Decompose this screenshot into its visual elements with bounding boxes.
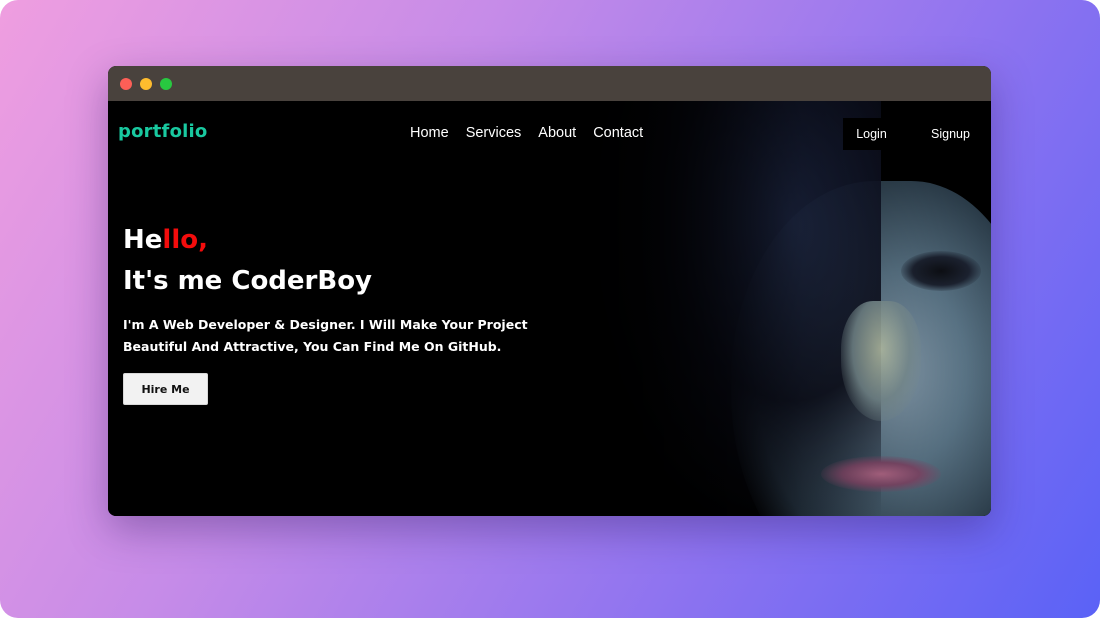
- page-viewport: portfolio Home Services About Contact Lo…: [108, 101, 991, 516]
- navbar: portfolio Home Services About Contact Lo…: [108, 101, 991, 166]
- nav-links: Home Services About Contact: [410, 125, 643, 141]
- nav-link-about[interactable]: About: [538, 125, 576, 141]
- hero-headline: It's me CoderBoy: [123, 266, 373, 296]
- nav-link-home[interactable]: Home: [410, 125, 449, 141]
- close-window-button[interactable]: [120, 78, 132, 90]
- hire-me-button[interactable]: Hire Me: [123, 373, 208, 405]
- nav-link-services[interactable]: Services: [466, 125, 522, 141]
- browser-window: portfolio Home Services About Contact Lo…: [108, 66, 991, 516]
- greeting-accent: llo,: [162, 225, 208, 255]
- hero-description: I'm A Web Developer & Designer. I Will M…: [123, 317, 528, 354]
- nav-link-contact[interactable]: Contact: [593, 125, 643, 141]
- greeting-plain: He: [123, 225, 163, 255]
- window-titlebar: [108, 66, 991, 101]
- login-button[interactable]: Login: [843, 118, 900, 150]
- signup-button[interactable]: Signup: [918, 118, 983, 150]
- hero-greeting: Hello,: [123, 223, 563, 257]
- hero-section: Hello, It's me CoderBoy I'm A Web Develo…: [123, 223, 563, 405]
- background-gradient: portfolio Home Services About Contact Lo…: [0, 0, 1100, 618]
- minimize-window-button[interactable]: [140, 78, 152, 90]
- maximize-window-button[interactable]: [160, 78, 172, 90]
- logo[interactable]: portfolio: [118, 121, 207, 142]
